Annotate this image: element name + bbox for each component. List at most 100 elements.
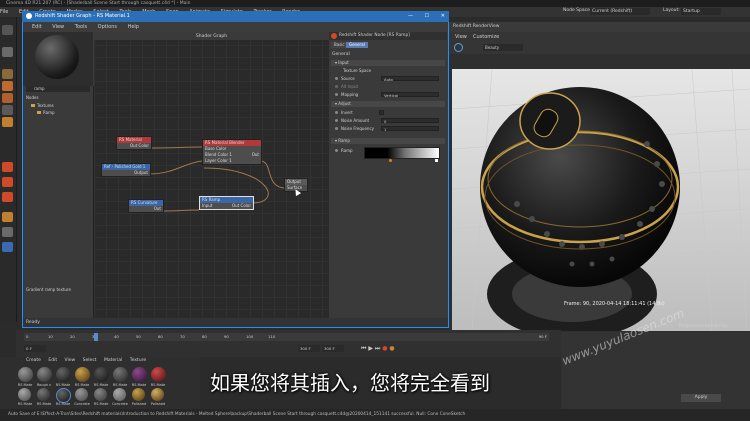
node-port[interactable]: Out Color xyxy=(117,143,151,149)
material-swatch[interactable] xyxy=(151,367,166,382)
prop-noise-amount[interactable]: Noise Amount 0 xyxy=(333,117,443,124)
prop-label: Alt Input xyxy=(341,84,359,89)
material-swatch[interactable] xyxy=(94,388,107,401)
sg-menu-edit[interactable]: Edit xyxy=(32,24,42,30)
prop-alt-input[interactable]: Alt Input xyxy=(333,83,443,90)
group-ramp[interactable]: ▾ Ramp xyxy=(331,138,445,144)
ramp-knot-right[interactable] xyxy=(435,159,438,162)
mat-menu-create[interactable]: Create xyxy=(26,358,41,363)
material-swatch[interactable] xyxy=(75,367,90,382)
node-rs-material[interactable]: RS Material Out Color xyxy=(116,136,152,150)
minimize-icon[interactable]: — xyxy=(408,11,413,22)
material-swatch[interactable] xyxy=(37,388,50,401)
play-icon[interactable]: ▶ xyxy=(368,345,373,352)
playhead[interactable] xyxy=(94,333,98,341)
renderview-menu-view[interactable]: View xyxy=(455,34,467,40)
sphere-icon[interactable] xyxy=(2,93,13,103)
node-port[interactable]: Out xyxy=(129,206,163,212)
tree-item-ramp[interactable]: Ramp xyxy=(37,110,55,115)
node-search-input[interactable]: ramp xyxy=(26,86,90,92)
port-out[interactable]: Out xyxy=(252,152,259,158)
close-icon[interactable]: ✕ xyxy=(441,11,445,22)
sg-menu-view[interactable]: View xyxy=(52,24,64,30)
menu-file[interactable]: File xyxy=(0,9,8,15)
node-port[interactable]: Input Out Color xyxy=(200,203,253,209)
checker-icon[interactable] xyxy=(2,69,13,79)
prop-source[interactable]: Source Auto xyxy=(333,75,443,82)
source-select[interactable]: Auto xyxy=(381,76,439,82)
node-port[interactable]: Output xyxy=(102,170,150,176)
goto-end-icon[interactable]: ⏭ xyxy=(375,345,380,352)
redshift-icon[interactable] xyxy=(2,162,13,172)
radio-icon xyxy=(335,119,338,122)
edit-icon[interactable] xyxy=(2,105,13,115)
material-swatch[interactable] xyxy=(75,388,88,401)
layer-icon[interactable] xyxy=(2,227,13,237)
prop-noise-frequency[interactable]: Noise Frequency 1 xyxy=(333,125,443,132)
mat-menu-view[interactable]: View xyxy=(65,358,76,363)
shader-graph-titlebar[interactable]: Redshift Shader Graph - RS Material.1 — … xyxy=(22,11,449,22)
renderview-refresh-icon[interactable] xyxy=(454,43,463,52)
mat-menu-material[interactable]: Material xyxy=(104,358,122,363)
renderview-menu-customize[interactable]: Customize xyxy=(473,34,499,40)
timeline-ruler[interactable]: 0 10 20 30 40 50 60 70 80 90 100 110 90 … xyxy=(24,333,549,341)
mat-menu-edit[interactable]: Edit xyxy=(48,358,57,363)
workplane-icon[interactable] xyxy=(2,242,13,252)
node-port[interactable]: Layer Color 1 xyxy=(203,158,261,164)
material-swatch[interactable] xyxy=(18,367,33,382)
material-swatch[interactable] xyxy=(132,367,147,382)
material-swatch[interactable] xyxy=(132,388,145,401)
render-output[interactable]: Frame: 90, 2020-04-14 18:11:41 (14.8s) xyxy=(452,69,750,331)
node-space-select[interactable]: Current (Redshift) xyxy=(590,8,650,15)
maximize-icon[interactable]: ☐ xyxy=(425,11,429,22)
frame-max-field[interactable]: 300 F xyxy=(322,345,344,352)
polygon-icon[interactable] xyxy=(2,117,13,127)
group-adjust[interactable]: ▾ Adjust xyxy=(331,101,445,107)
material-swatch[interactable] xyxy=(56,367,71,382)
keyframe-icon[interactable]: ● xyxy=(389,345,394,352)
radio-icon xyxy=(335,93,338,96)
tree-item-textures[interactable]: Textures xyxy=(31,103,54,108)
shader-graph-canvas[interactable]: RS Material Out Color RS Material Blende… xyxy=(94,33,329,320)
aov-select[interactable]: Beauty xyxy=(483,44,523,51)
mat-menu-select[interactable]: Select xyxy=(83,358,97,363)
group-input[interactable]: ▾ Input xyxy=(331,60,445,66)
node-material-blender[interactable]: RS Material Blender Base Color Blend Col… xyxy=(202,139,262,165)
sg-menu-options[interactable]: Options xyxy=(98,24,117,30)
undo-icon[interactable] xyxy=(2,25,13,35)
redshift-ipr-icon[interactable] xyxy=(2,192,13,202)
mat-menu-texture[interactable]: Texture xyxy=(130,358,146,363)
sg-menu-help[interactable]: Help xyxy=(128,24,139,30)
noise-amount-field[interactable]: 0 xyxy=(381,118,439,124)
sg-menu-tools[interactable]: Tools xyxy=(75,24,87,30)
material-swatch-selected[interactable] xyxy=(56,388,71,403)
ramp-knot-left[interactable] xyxy=(389,159,392,162)
snap-icon[interactable] xyxy=(2,212,13,222)
tab-general[interactable]: General xyxy=(346,42,368,48)
cube-icon[interactable] xyxy=(2,81,13,91)
move-icon[interactable] xyxy=(2,47,13,57)
goto-start-icon[interactable]: ⏮ xyxy=(361,345,366,352)
prop-invert[interactable]: Invert xyxy=(333,109,443,116)
node-rs-ramp[interactable]: RS Ramp Input Out Color xyxy=(199,196,254,210)
ramp-gradient[interactable] xyxy=(364,147,440,159)
material-swatch[interactable] xyxy=(151,388,164,401)
material-swatch[interactable] xyxy=(113,388,126,401)
prop-mapping[interactable]: Mapping Vertical xyxy=(333,91,443,98)
noise-frequency-field[interactable]: 1 xyxy=(381,126,439,132)
layout-select[interactable]: Startup xyxy=(681,8,721,15)
node-ref-polished-gold[interactable]: Ref - Polished Gold 1 Output xyxy=(101,163,151,177)
material-swatch[interactable] xyxy=(94,367,109,382)
port-out[interactable]: Out Color xyxy=(232,203,251,209)
redshift-render-icon[interactable] xyxy=(2,177,13,187)
invert-checkbox[interactable] xyxy=(379,110,384,115)
mapping-select[interactable]: Vertical xyxy=(381,92,439,98)
frame-start-field[interactable]: 0 F xyxy=(24,345,46,352)
material-swatch[interactable] xyxy=(113,367,128,382)
node-rs-curvature[interactable]: RS Curvature Out xyxy=(128,199,164,213)
record-icon[interactable]: ● xyxy=(382,345,387,352)
frame-end-field[interactable]: 300 F xyxy=(298,345,320,352)
apply-button[interactable]: Apply xyxy=(681,394,721,402)
material-swatch[interactable] xyxy=(18,388,31,401)
material-swatch[interactable] xyxy=(37,367,52,382)
